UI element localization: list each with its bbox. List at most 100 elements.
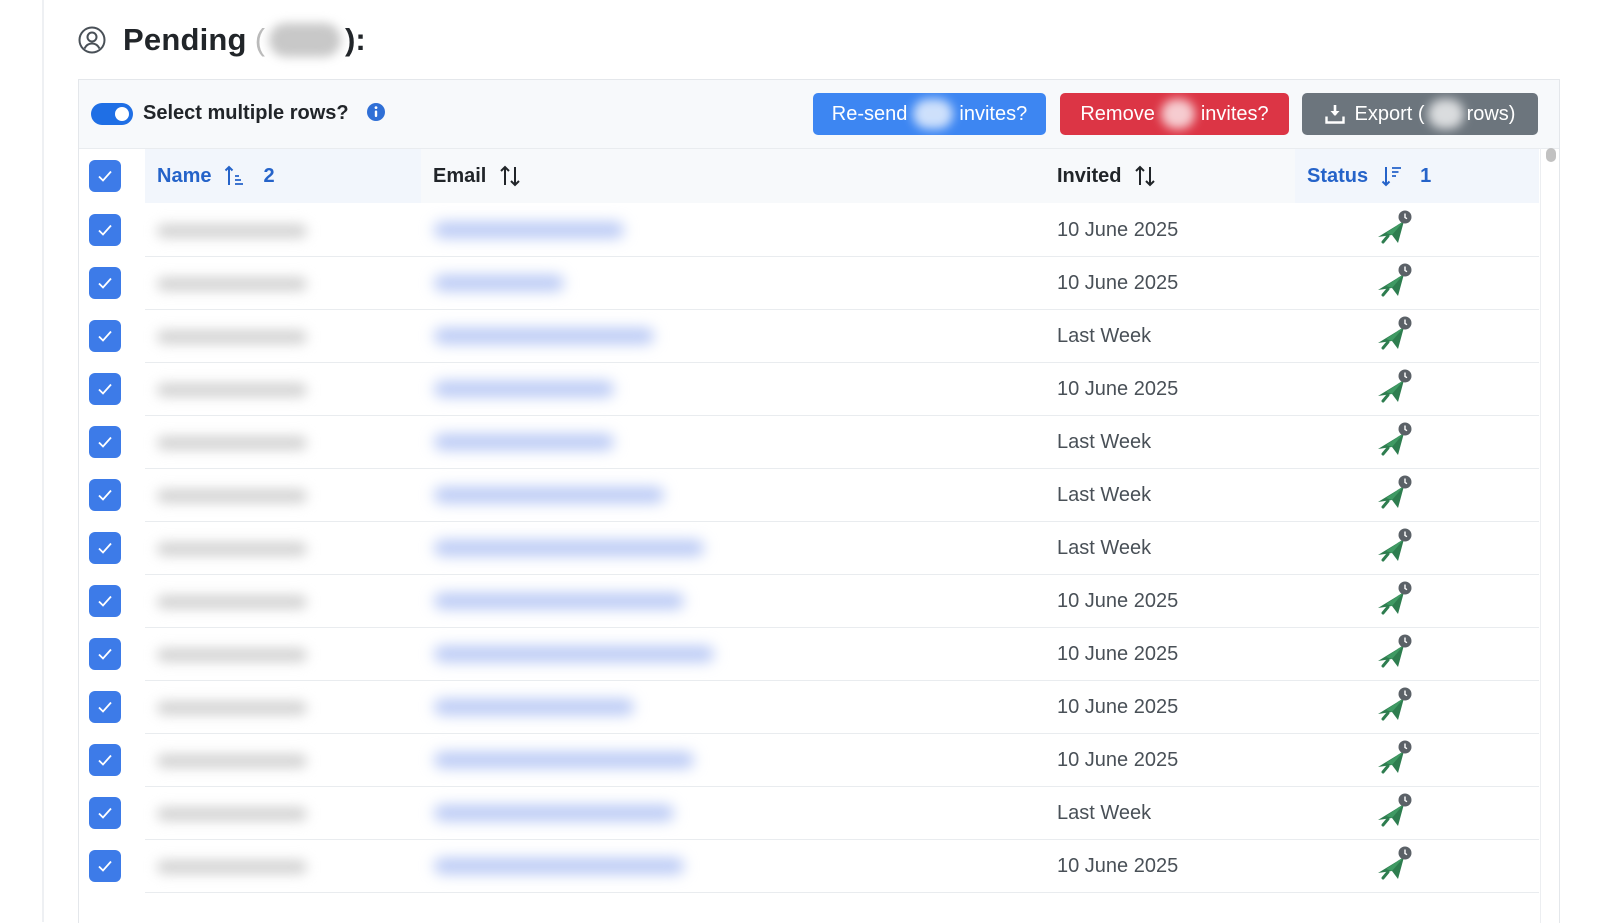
email-cell-redacted (434, 222, 624, 238)
invited-cell: Last Week (1057, 802, 1152, 824)
table-scrollbar[interactable] (1540, 148, 1560, 923)
name-cell-redacted (157, 224, 307, 238)
select-all-checkbox[interactable] (89, 160, 121, 192)
sort-order-name: 2 (263, 164, 275, 187)
sent-pending-icon (1378, 634, 1412, 668)
row-checkbox[interactable] (89, 214, 121, 246)
row-checkbox[interactable] (89, 797, 121, 829)
sent-pending-icon (1378, 581, 1412, 615)
column-label-invited: Invited (1057, 164, 1122, 187)
page-left-border (42, 0, 44, 922)
table-header: Name 2 Email Invited Status 1 (79, 149, 1539, 203)
email-cell-redacted (434, 328, 654, 344)
sent-pending-icon (1378, 687, 1412, 721)
invited-cell: 10 June 2025 (1057, 590, 1179, 612)
table-row[interactable]: Last Week (79, 522, 1539, 575)
invited-cell: 10 June 2025 (1057, 749, 1179, 771)
row-checkbox[interactable] (89, 373, 121, 405)
table-row[interactable]: Last Week (79, 310, 1539, 363)
table-row[interactable]: 10 June 2025 (79, 204, 1539, 257)
name-cell-redacted (157, 436, 307, 450)
table-row[interactable]: Last Week (79, 469, 1539, 522)
select-multiple-toggle[interactable] (91, 103, 133, 125)
row-checkbox[interactable] (89, 638, 121, 670)
page-title: Pending (123, 22, 247, 57)
column-header-email[interactable]: Email (421, 149, 1057, 203)
column-label-status: Status (1307, 164, 1369, 187)
row-checkbox[interactable] (89, 585, 121, 617)
table-toolbar: Select multiple rows? Re-send invites? R… (79, 80, 1559, 149)
table-row[interactable]: 10 June 2025 (79, 575, 1539, 628)
pending-invites-panel: Select multiple rows? Re-send invites? R… (78, 79, 1560, 923)
column-label-name: Name (157, 164, 212, 187)
sent-pending-icon (1378, 369, 1412, 403)
name-cell-redacted (157, 648, 307, 662)
sent-pending-icon (1378, 316, 1412, 350)
name-cell-redacted (157, 383, 307, 397)
name-cell-redacted (157, 754, 307, 768)
name-cell-redacted (157, 807, 307, 821)
export-label-suffix: rows) (1466, 102, 1516, 125)
invited-cell: Last Week (1057, 537, 1152, 559)
sent-pending-icon (1378, 740, 1412, 774)
column-header-invited[interactable]: Invited (1045, 149, 1305, 203)
email-cell-redacted (434, 752, 694, 768)
email-cell-redacted (434, 275, 564, 291)
sent-pending-icon (1378, 422, 1412, 456)
invited-cell: Last Week (1057, 431, 1152, 453)
name-cell-redacted (157, 330, 307, 344)
table-row[interactable]: Last Week (79, 787, 1539, 840)
email-cell-redacted (434, 540, 704, 556)
table-row[interactable]: 10 June 2025 (79, 628, 1539, 681)
remove-label-suffix: invites? (1200, 102, 1269, 125)
remove-label-prefix: Remove (1080, 102, 1155, 125)
column-header-name[interactable]: Name 2 (145, 149, 433, 203)
sent-pending-icon (1378, 846, 1412, 880)
row-checkbox[interactable] (89, 426, 121, 458)
table-row[interactable]: 10 June 2025 (79, 363, 1539, 416)
row-checkbox[interactable] (89, 532, 121, 564)
invited-cell: Last Week (1057, 325, 1152, 347)
row-checkbox[interactable] (89, 744, 121, 776)
row-checkbox[interactable] (89, 850, 121, 882)
table-row[interactable]: 10 June 2025 (79, 257, 1539, 310)
row-checkbox[interactable] (89, 479, 121, 511)
table-row[interactable]: 10 June 2025 (79, 840, 1539, 893)
name-cell-redacted (157, 595, 307, 609)
row-checkbox[interactable] (89, 320, 121, 352)
sort-descending-icon (1381, 167, 1402, 187)
sent-pending-icon (1378, 793, 1412, 827)
pending-count-redacted: ( (255, 22, 345, 58)
sort-unsorted-icon (500, 165, 521, 187)
name-cell-redacted (157, 277, 307, 291)
table-row[interactable]: Last Week (79, 416, 1539, 469)
resend-invites-button[interactable]: Re-send invites? (813, 93, 1046, 135)
invited-cell: 10 June 2025 (1057, 378, 1179, 400)
export-rows-button[interactable]: Export ( rows) (1302, 93, 1538, 135)
scrollbar-thumb[interactable] (1546, 148, 1556, 162)
invited-cell: 10 June 2025 (1057, 855, 1179, 877)
table-row[interactable]: 10 June 2025 (79, 681, 1539, 734)
name-cell-redacted (157, 860, 307, 874)
column-label-email: Email (433, 164, 487, 187)
info-icon[interactable] (366, 102, 386, 122)
email-cell-redacted (434, 858, 684, 874)
sent-pending-icon (1378, 528, 1412, 562)
table-body: 10 June 2025 10 June 2025 Last Week 10 June… (79, 204, 1539, 893)
table-row[interactable]: 10 June 2025 (79, 734, 1539, 787)
email-cell-redacted (434, 805, 674, 821)
sort-unsorted-icon (1135, 165, 1156, 187)
email-cell-redacted (434, 593, 684, 609)
export-label-prefix: Export ( (1354, 102, 1425, 125)
resend-label-suffix: invites? (959, 102, 1028, 125)
remove-invites-button[interactable]: Remove invites? (1060, 93, 1289, 135)
row-checkbox[interactable] (89, 267, 121, 299)
open-paren: ( (254, 22, 266, 57)
page-header: Pending ( ): (78, 20, 366, 60)
download-icon (1324, 105, 1345, 124)
sent-pending-icon (1378, 210, 1412, 244)
row-checkbox[interactable] (89, 691, 121, 723)
name-cell-redacted (157, 489, 307, 503)
email-cell-redacted (434, 699, 634, 715)
column-header-status[interactable]: Status 1 (1295, 149, 1539, 203)
